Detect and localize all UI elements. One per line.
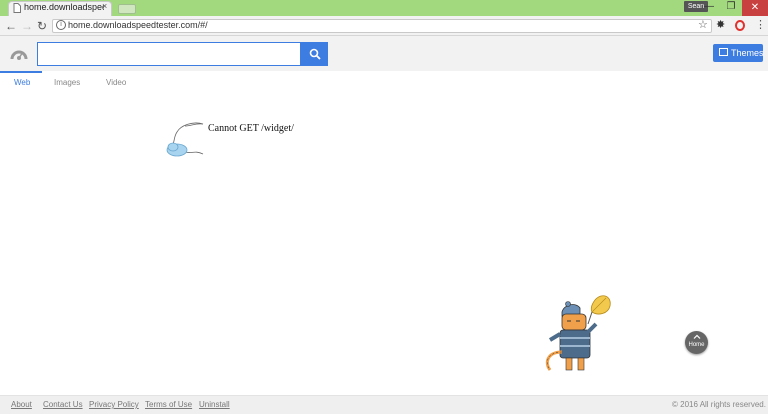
reload-icon[interactable]: ↻ bbox=[34, 18, 50, 34]
forward-icon[interactable]: → bbox=[19, 18, 35, 34]
page-icon bbox=[13, 3, 21, 13]
footer-link-contact[interactable]: Contact Us bbox=[43, 400, 83, 409]
logo-icon[interactable] bbox=[10, 47, 28, 61]
maximize-button[interactable]: ❐ bbox=[722, 0, 740, 14]
new-tab-button[interactable] bbox=[118, 4, 136, 14]
tab-close-icon[interactable]: × bbox=[102, 1, 107, 11]
cloud-illustration bbox=[166, 122, 204, 157]
tab-images[interactable]: Images bbox=[54, 78, 80, 87]
tab-video[interactable]: Video bbox=[106, 78, 126, 87]
search-button[interactable] bbox=[301, 42, 328, 66]
themes-icon bbox=[719, 48, 728, 56]
error-message: Cannot GET /widget/ bbox=[208, 123, 294, 134]
home-button[interactable]: Home bbox=[685, 331, 708, 354]
copyright-text: © 2016 All rights reserved. bbox=[672, 400, 766, 409]
menu-icon[interactable]: ⋮ bbox=[755, 18, 766, 31]
minimize-button[interactable]: — bbox=[700, 0, 718, 14]
opera-icon[interactable] bbox=[735, 20, 745, 31]
tab-web[interactable]: Web bbox=[14, 78, 30, 87]
active-tab-indicator bbox=[0, 71, 42, 73]
cat-mascot-illustration bbox=[545, 295, 611, 371]
url-text[interactable]: home.downloadspeedtester.com/#/ bbox=[68, 20, 208, 30]
search-input[interactable] bbox=[37, 42, 301, 66]
search-icon bbox=[309, 48, 321, 60]
star-icon[interactable]: ☆ bbox=[698, 18, 708, 31]
footer-link-about[interactable]: About bbox=[11, 400, 32, 409]
footer-link-privacy[interactable]: Privacy Policy bbox=[89, 400, 139, 409]
extension-icon[interactable]: ✸ bbox=[716, 18, 725, 31]
tab-title: home.downloadspeedte bbox=[24, 2, 104, 12]
close-window-button[interactable]: ✕ bbox=[742, 0, 768, 16]
chevron-up-icon bbox=[693, 334, 700, 339]
footer-link-uninstall[interactable]: Uninstall bbox=[199, 400, 230, 409]
footer-link-terms[interactable]: Terms of Use bbox=[145, 400, 192, 409]
info-icon[interactable]: i bbox=[56, 20, 66, 30]
back-icon[interactable]: ← bbox=[3, 18, 19, 34]
title-bar bbox=[0, 0, 768, 16]
home-button-label: Home bbox=[688, 342, 705, 348]
